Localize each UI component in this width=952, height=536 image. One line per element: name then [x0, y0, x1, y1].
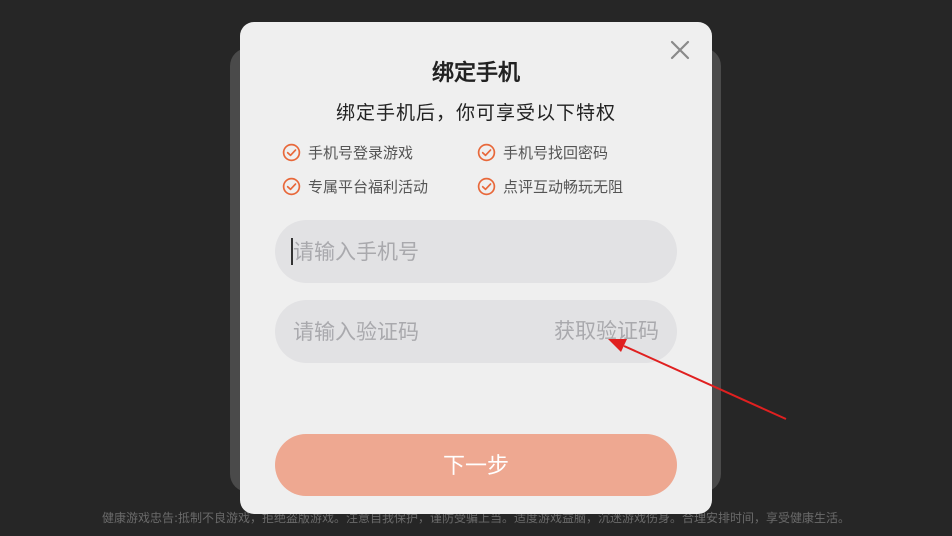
- check-circle-icon: [282, 143, 301, 162]
- code-input[interactable]: [293, 300, 523, 363]
- perk-label: 专属平台福利活动: [308, 178, 429, 196]
- perk-label: 点评互动畅玩无阻: [503, 178, 624, 196]
- phone-input[interactable]: [293, 220, 663, 283]
- perk-item: 手机号找回密码: [477, 142, 608, 163]
- perk-label: 手机号登录游戏: [308, 144, 414, 162]
- phone-field: [275, 220, 677, 283]
- dialog-title: 绑定手机: [431, 61, 520, 86]
- code-field: 获取验证码: [275, 300, 677, 363]
- perk-item: 专属平台福利活动: [282, 176, 428, 197]
- check-circle-icon: [282, 177, 301, 196]
- check-circle-icon: [477, 177, 496, 196]
- perk-label: 手机号找回密码: [503, 144, 609, 162]
- perk-item: 点评互动畅玩无阻: [477, 176, 623, 197]
- next-step-button[interactable]: 下一步: [275, 434, 677, 496]
- check-circle-icon: [477, 143, 496, 162]
- bind-phone-dialog: 绑定手机 绑定手机后，你可享受以下特权 手机号登录游戏 手机号找回密码 专属平台…: [240, 22, 712, 514]
- dialog-subtitle: 绑定手机后，你可享受以下特权: [335, 102, 616, 124]
- screen: 健康游戏忠告:抵制不良游戏，拒绝盗版游戏。注意自我保护，谨防受骗上当。适度游戏益…: [0, 0, 952, 536]
- get-code-button[interactable]: 获取验证码: [554, 300, 659, 363]
- perk-item: 手机号登录游戏: [282, 142, 413, 163]
